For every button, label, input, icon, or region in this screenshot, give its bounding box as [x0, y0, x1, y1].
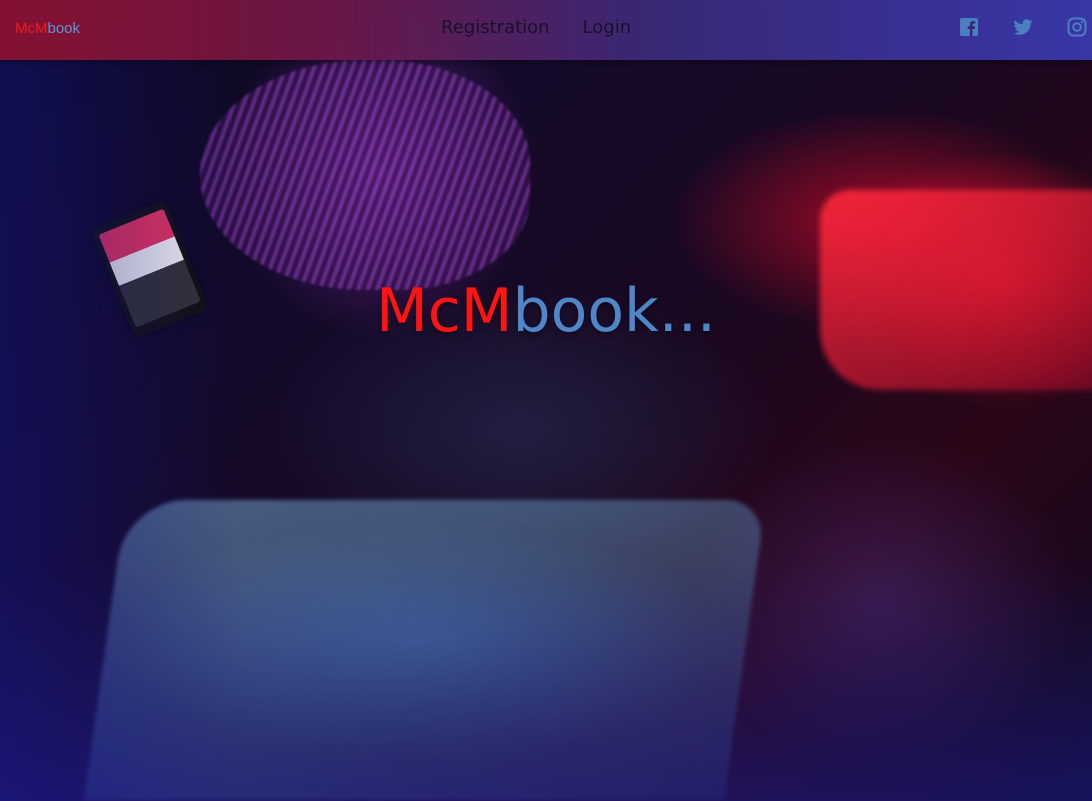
hero-title-part-b: book...: [512, 276, 716, 346]
instagram-link[interactable]: [1067, 17, 1087, 37]
brand-logo-link[interactable]: McMbook: [15, 20, 80, 37]
twitter-icon: [1013, 19, 1033, 35]
brand-logo-part-b: book: [47, 20, 81, 37]
social-links: [959, 17, 1087, 37]
hero-title: McMbook...: [0, 276, 1092, 346]
top-navbar: McMbook Registration Login: [0, 0, 1092, 60]
instagram-icon: [1067, 17, 1087, 37]
page: McMbook Registration Login McMbook...: [0, 0, 1092, 801]
nav-link-login[interactable]: Login: [583, 17, 632, 38]
facebook-link[interactable]: [959, 17, 979, 37]
hero-title-part-a: McM: [376, 276, 513, 346]
nav-links: Registration Login: [441, 17, 631, 38]
facebook-icon: [960, 18, 978, 36]
nav-link-registration[interactable]: Registration: [441, 17, 550, 38]
hero-overlay-bottom: [0, 0, 1092, 801]
twitter-link[interactable]: [1013, 17, 1033, 37]
brand-logo-part-a: McM: [15, 20, 48, 37]
